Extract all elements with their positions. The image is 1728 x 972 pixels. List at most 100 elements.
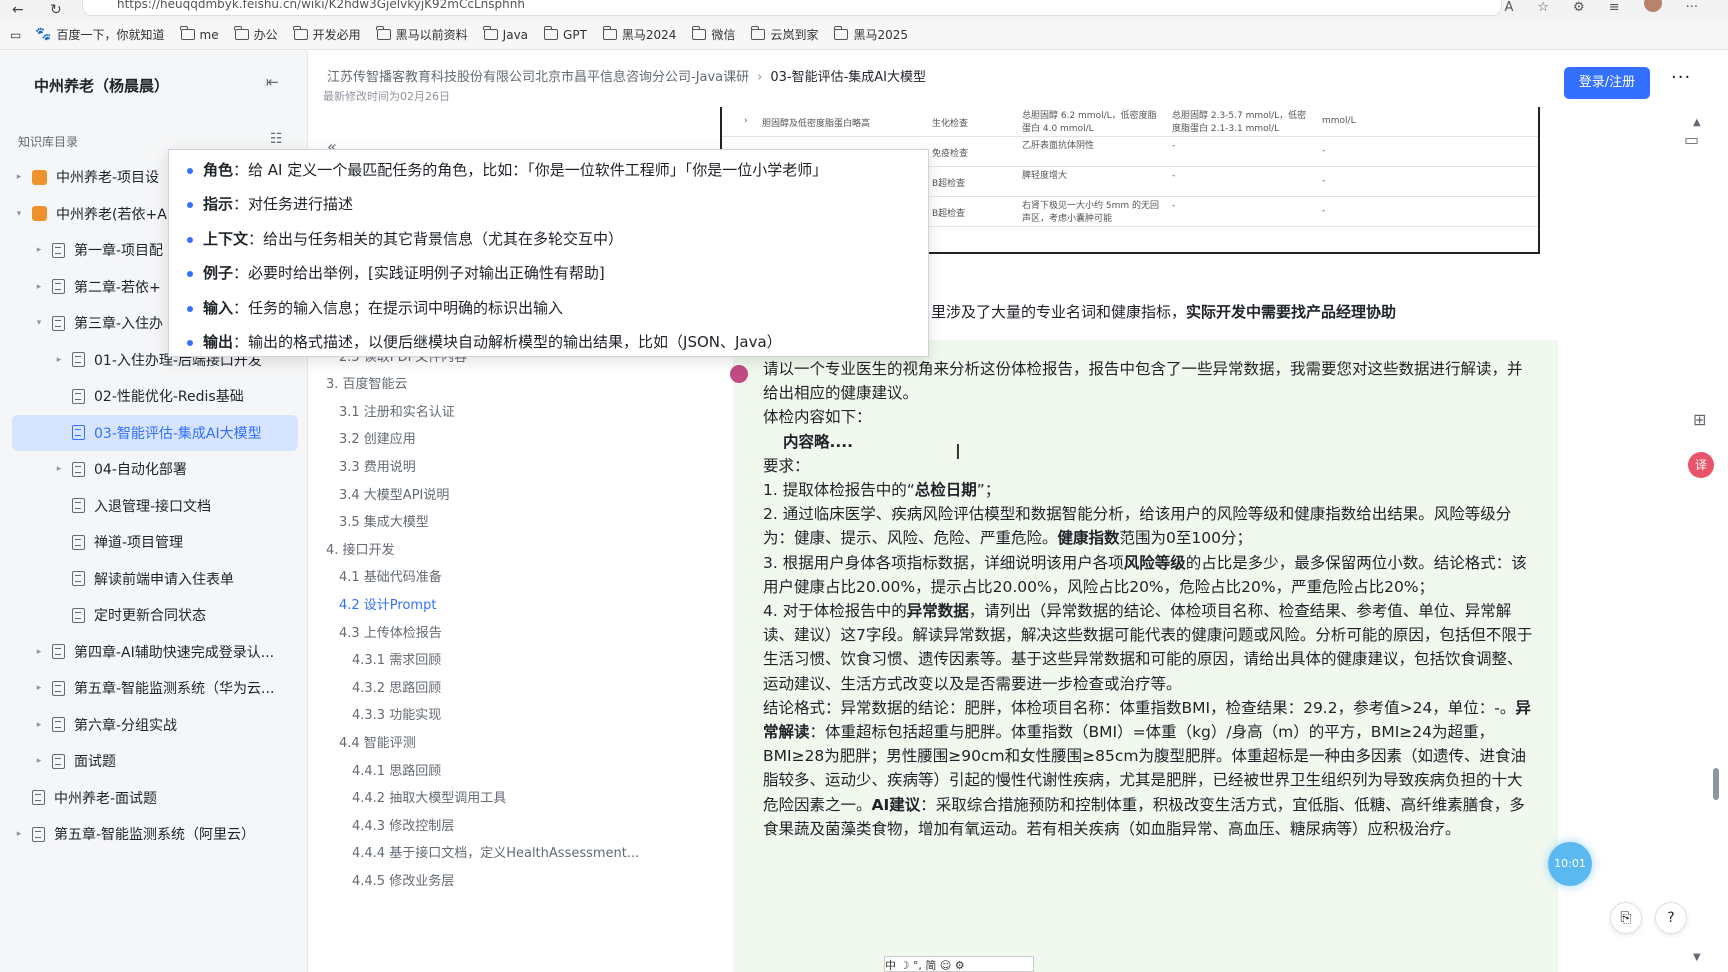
table-cell: 生化检查	[932, 119, 969, 129]
url-field[interactable]: https://heuqqdmbyk.feishu.cn/wiki/K2hdw3…	[82, 0, 1502, 16]
toc-item[interactable]: 3.5 集成大模型	[339, 511, 429, 530]
favorites-list-icon[interactable]: ≡	[1609, 0, 1620, 15]
ime-toolbar[interactable]: 中 ☽ °, 简 ☺ ⚙	[884, 956, 1034, 972]
toc-item[interactable]: 3. 百度智能云	[326, 373, 408, 392]
toc-item[interactable]: 4.3.2 思路回顾	[352, 677, 441, 696]
callout-emoji-icon	[730, 365, 748, 383]
toc-item[interactable]: 4.1 基础代码准备	[339, 566, 442, 585]
toc-item[interactable]: 4.2 设计Prompt	[339, 594, 436, 613]
bookmark-folder[interactable]: me	[180, 26, 219, 42]
directory-list-icon[interactable]: ☷	[270, 131, 283, 147]
bookmark-baidu[interactable]: 🐾 百度一下，你就知道	[35, 26, 164, 43]
translate-icon[interactable]: 译	[1688, 452, 1714, 478]
login-button[interactable]: 登录/注册	[1564, 67, 1650, 99]
toc-item[interactable]: 3.3 费用说明	[339, 456, 416, 475]
bookmark-folder[interactable]: 开发必用	[293, 26, 361, 43]
tree-item[interactable]: 入退管理-接口文档	[12, 488, 298, 525]
toc-item[interactable]: 3.4 大模型API说明	[339, 484, 449, 503]
toc-item[interactable]: 4.4.2 抽取大模型调用工具	[352, 787, 506, 806]
collapse-sidebar-icon[interactable]: ⇤	[266, 73, 279, 91]
bold-run: 健康指数	[1057, 529, 1120, 548]
read-aloud-icon[interactable]: A	[1504, 0, 1513, 15]
tree-item-label: 中州养老-项目设	[56, 170, 160, 187]
collapsed-arrow-icon[interactable]: ▸	[32, 282, 46, 292]
toc-item[interactable]: 4.3 上传体检报告	[339, 622, 442, 641]
tree-item[interactable]: 定时更新合同状态	[12, 597, 298, 634]
bold-run: 异常数据	[906, 602, 969, 621]
copy-link-icon[interactable]: ⎘	[1610, 902, 1642, 934]
collapsed-arrow-icon[interactable]: ▸	[32, 245, 46, 255]
collapsed-arrow-icon[interactable]: ▸	[32, 720, 46, 730]
tree-item[interactable]: 03-智能评估-集成AI大模型	[12, 414, 298, 451]
collapsed-arrow-icon[interactable]: ▸	[52, 355, 66, 365]
collapsed-arrow-icon[interactable]: ▸	[32, 756, 46, 766]
document-icon	[52, 315, 65, 331]
grid-apps-icon[interactable]: ⊞	[1693, 410, 1706, 429]
tree-item-label: 第二章-若依+	[74, 279, 161, 296]
browser-menu-icon[interactable]: ···	[1686, 0, 1698, 15]
expanded-arrow-icon[interactable]: ▾	[32, 318, 46, 328]
prompt-line: 2. 通过临床医学、疾病风险评估模型和数据智能分析，给该用户的风险等级和健康指数…	[763, 502, 1533, 550]
document-icon	[72, 352, 85, 368]
bookmark-folder[interactable]: 黑马以前资料	[376, 26, 468, 43]
bookmark-folder[interactable]: Java	[483, 26, 528, 42]
tree-item[interactable]: ▸ 04-自动化部署	[12, 451, 298, 488]
table-cell: 胆固醇及低密度脂蛋白略高	[762, 119, 871, 129]
toc-item[interactable]: 4.4.1 思路回顾	[352, 760, 441, 779]
breadcrumb-separator-icon: ›	[757, 70, 763, 85]
bookmark-folder[interactable]: GPT	[543, 26, 587, 42]
favorite-star-icon[interactable]: ☆	[1537, 0, 1549, 15]
prompt-element-name: 上下文	[203, 229, 249, 248]
expanded-arrow-icon[interactable]: ▾	[12, 209, 26, 219]
breadcrumb-current[interactable]: 03-智能评估-集成AI大模型	[770, 70, 926, 85]
collapsed-arrow-icon[interactable]: ▸	[52, 464, 66, 474]
toc-item[interactable]: 4.4.5 修改业务层	[352, 870, 454, 889]
scroll-up-icon[interactable]: ▲	[1693, 117, 1701, 128]
collapsed-arrow-icon[interactable]: ▸	[12, 172, 26, 182]
prompt-elements-list: 角色：给 AI 定义一个最匹配任务的角色，比如：「你是一位软件工程师」「你是一位…	[169, 150, 928, 359]
recording-timer[interactable]: 10:01	[1548, 842, 1592, 886]
bookmark-folder[interactable]: 办公	[234, 26, 278, 43]
collapsed-arrow-icon[interactable]: ▸	[12, 829, 26, 839]
toc-item[interactable]: 4. 接口开发	[326, 539, 395, 558]
profile-avatar[interactable]	[1643, 0, 1662, 12]
prompt-element-name: 输出	[203, 333, 234, 352]
table-cell: -	[1172, 141, 1176, 151]
tree-item[interactable]: 禅道-项目管理	[12, 524, 298, 561]
tree-item[interactable]: ▸ 第六章-分组实战	[12, 707, 298, 744]
toc-item[interactable]: 3.2 创建应用	[339, 428, 416, 447]
tree-item[interactable]: 中州养老-面试题	[12, 780, 298, 817]
toc-item[interactable]: 3.1 注册和实名认证	[339, 401, 455, 420]
bookmark-folder[interactable]: 黑马2024	[602, 26, 676, 43]
folder-icon	[692, 26, 707, 40]
tree-item-label: 中州养老-面试题	[54, 790, 158, 807]
breadcrumb-parent[interactable]: 江苏传智播客教育科技股份有限公司北京市昌平信息咨询分公司-Java课研	[327, 70, 749, 85]
tree-item[interactable]: ▸ 第五章-智能监测系统（华为云...	[12, 670, 298, 707]
toc-item[interactable]: 4.4.4 基于接口文档，定义HealthAssessment...	[352, 842, 639, 861]
bookmark-folder[interactable]: 微信	[692, 26, 735, 43]
tab-actions-icon[interactable]: ▭	[10, 28, 21, 42]
bookmark-folder[interactable]: 云岚到家	[751, 26, 818, 43]
scroll-down-icon[interactable]: ▼	[1693, 952, 1701, 963]
toc-item[interactable]: 4.4.3 修改控制层	[352, 815, 454, 834]
tree-item[interactable]: ▸ 第四章-AI辅助快速完成登录认...	[12, 634, 298, 671]
collapsed-arrow-icon[interactable]: ▸	[32, 647, 46, 657]
more-icon[interactable]: ···	[1671, 67, 1691, 88]
extensions-icon[interactable]: ⚙	[1573, 0, 1585, 15]
tree-item[interactable]: ▸ 第五章-智能监测系统（阿里云）	[12, 816, 298, 853]
tree-item[interactable]: ▸ 面试题	[12, 743, 298, 780]
help-icon[interactable]: ?	[1655, 902, 1687, 934]
tree-item[interactable]: 02-性能优化-Redis基础	[12, 378, 298, 415]
comment-icon[interactable]: ▭	[1684, 130, 1699, 149]
document-icon	[72, 607, 85, 623]
reload-icon[interactable]: ↻	[50, 2, 76, 18]
toc-item[interactable]: 4.3.3 功能实现	[352, 704, 441, 723]
toc-item[interactable]: 4.4 智能评测	[339, 732, 416, 751]
back-icon[interactable]: ←	[12, 2, 38, 18]
scrollbar-thumb[interactable]	[1713, 768, 1719, 800]
collapsed-arrow-icon[interactable]: ▸	[32, 683, 46, 693]
toc-item[interactable]: 4.3.1 需求回顾	[352, 649, 441, 668]
document-icon	[32, 790, 45, 806]
tree-item[interactable]: 解读前端申请入住表单	[12, 561, 298, 598]
bookmark-folder[interactable]: 黑马2025	[834, 26, 908, 43]
